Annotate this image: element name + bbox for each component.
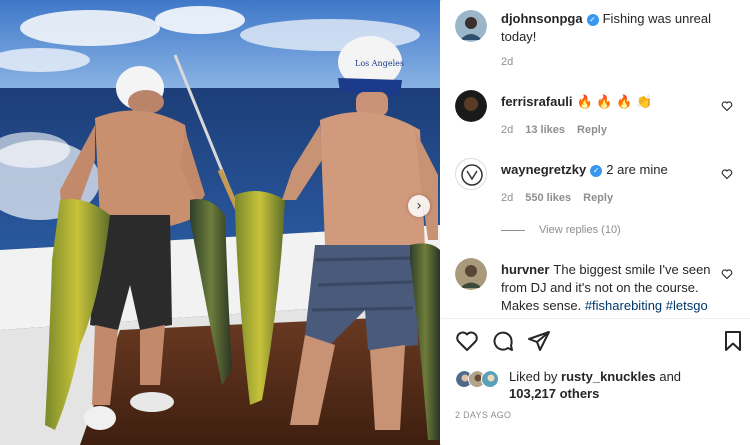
comment-username[interactable]: hurvner [501,262,549,277]
cap-logo-text: Los Angeles [355,59,404,68]
comment-item: hurvner The biggest smile I've seen from … [455,258,745,318]
post-timestamp[interactable]: 2 DAYS AGO [455,410,511,420]
replies-divider-line [501,229,525,231]
comment-text: waynegretzky ✓ 2 are mine [501,161,721,179]
reply-button[interactable]: Reply [577,124,607,136]
comment-body: 2 are mine [606,162,668,177]
bookmark-icon[interactable] [721,329,745,353]
liked-by-and: and [659,369,682,384]
liked-by-text: Liked by rusty_knuckles and 103,217 othe… [509,368,739,402]
liked-by-prefix: Liked by [509,369,558,384]
comment-icon[interactable] [491,329,515,353]
action-bar [455,329,745,353]
verified-badge-icon: ✓ [590,164,603,177]
commenter-avatar-image [455,90,487,122]
comment-username[interactable]: ferrisrafauli [501,94,573,109]
avatar[interactable] [455,258,487,290]
share-icon[interactable] [527,329,551,353]
comment-like-heart-icon[interactable] [721,100,733,112]
commenter-avatar-image [456,159,486,189]
carousel-next-button[interactable]: › [408,195,430,217]
comment-meta: 2d 550 likes Reply [501,192,613,204]
view-replies-label: View replies (10) [539,224,621,236]
verified-badge-icon: ✓ [586,13,599,26]
liker-avatars[interactable] [455,370,505,388]
liked-by-user[interactable]: rusty_knuckles [561,369,656,384]
comment-likes[interactable]: 13 likes [525,124,565,136]
caption-text: djohnsonpga ✓ Fishing was unreal today! [501,10,721,46]
liked-by-count[interactable]: 103,217 others [509,386,599,401]
author-username[interactable]: djohnsonpga [501,11,583,26]
reply-button[interactable]: Reply [583,192,613,204]
avatar[interactable] [455,90,487,122]
comment-text: hurvner The biggest smile I've seen from … [501,261,721,315]
view-replies-button[interactable]: View replies (10) [501,224,621,236]
comment-body: 🔥 🔥 🔥 👏 [576,94,653,109]
post-caption: djohnsonpga ✓ Fishing was unreal today! 2d [455,10,745,70]
comment-username[interactable]: waynegretzky [501,162,586,177]
comment-like-heart-icon[interactable] [721,168,733,180]
liker-avatar-icon [481,370,499,388]
commenter-avatar-image [455,258,487,290]
avatar[interactable] [455,158,487,190]
post-side-panel: djohnsonpga ✓ Fishing was unreal today! 2d… [441,0,750,445]
caption-age[interactable]: 2d [501,56,513,68]
heart-icon[interactable] [455,329,479,353]
liked-by-row: Liked by rusty_knuckles and 103,217 othe… [455,368,745,404]
comment-hashtags[interactable]: #fisharebiting #letsgo [585,298,708,313]
comment-meta: 2d 13 likes Reply [501,124,607,136]
chevron-right-icon: › [416,198,422,214]
actions-divider [441,318,750,319]
comment-likes[interactable]: 550 likes [525,192,571,204]
comment-item: waynegretzky ✓ 2 are mine 2d 550 likes Reply [455,158,745,208]
comment-age[interactable]: 2d [501,124,513,136]
comment-like-heart-icon[interactable] [721,268,733,280]
post-photo[interactable]: Los Angeles › [0,0,440,445]
avatar[interactable] [455,10,487,42]
comment-age[interactable]: 2d [501,192,513,204]
author-avatar-image [455,10,487,42]
comment-item: ferrisrafauli 🔥 🔥 🔥 👏 2d 13 likes Reply [455,90,745,140]
fishing-photo: Los Angeles [0,0,440,445]
comment-text: ferrisrafauli 🔥 🔥 🔥 👏 [501,93,721,111]
